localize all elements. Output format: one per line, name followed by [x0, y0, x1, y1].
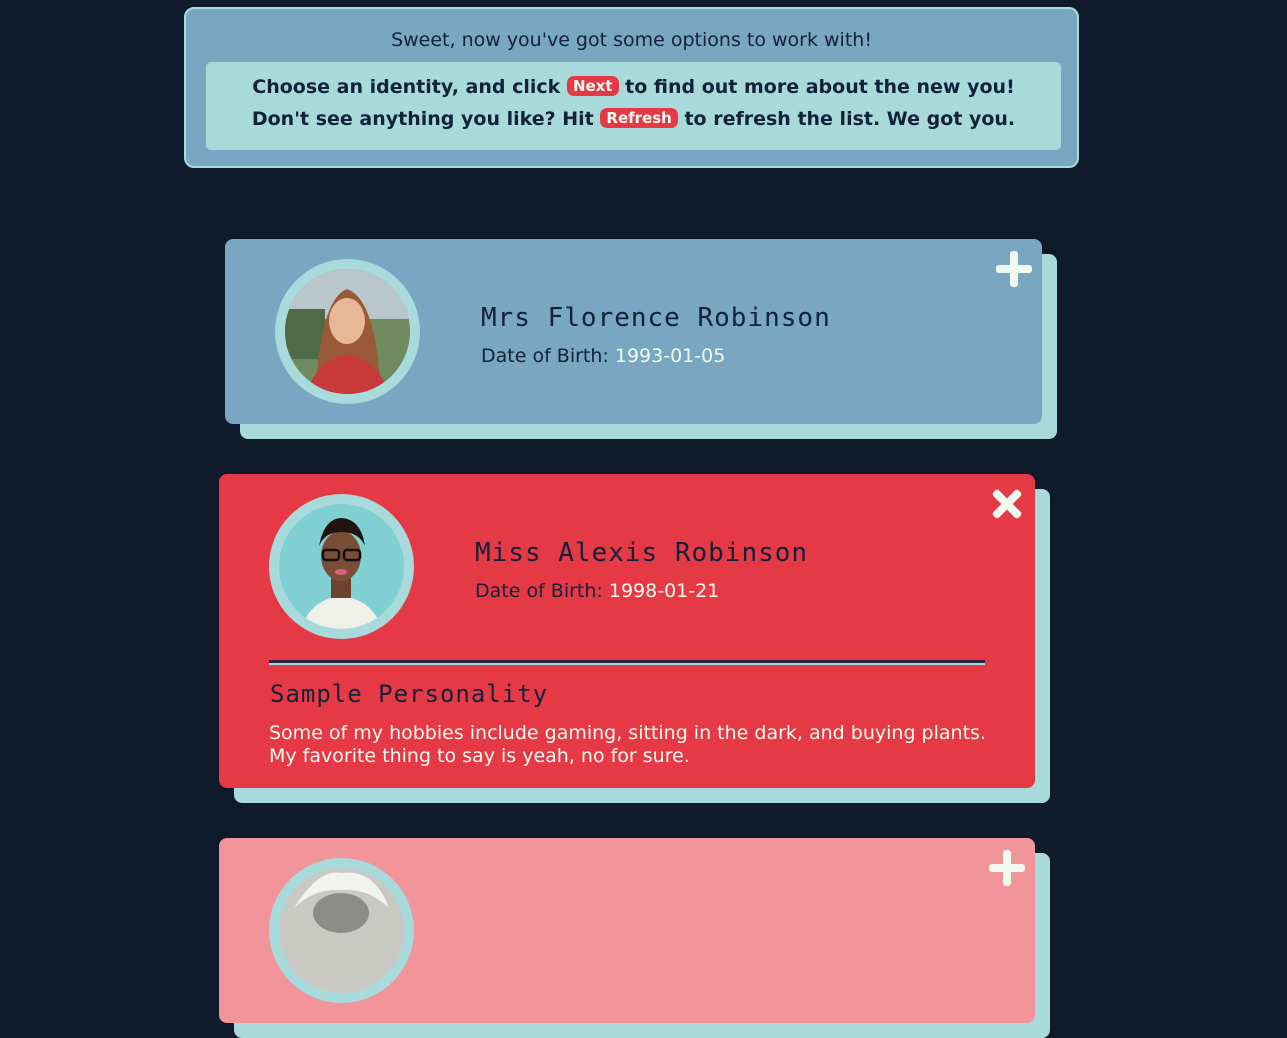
- person-name: Mrs Florence Robinson: [481, 303, 831, 333]
- sample-personality-text: Some of my hobbies include gaming, sitti…: [269, 722, 986, 768]
- instruction-text: Don't see anything you like? Hit: [251, 108, 594, 130]
- refresh-pill: Refresh: [600, 108, 678, 128]
- dob-value: 1993-01-05: [614, 345, 726, 367]
- avatar: [269, 494, 414, 639]
- avatar-photo: [279, 504, 404, 629]
- next-pill: Next: [566, 76, 619, 96]
- sample-line: My favorite thing to say is yeah, no for…: [269, 745, 690, 767]
- person-name: Miss Alexis Robinson: [475, 538, 809, 568]
- date-of-birth: Date of Birth: 1993-01-05: [481, 345, 725, 367]
- plus-icon: [989, 850, 1025, 886]
- instruction-line-next: Choose an identity, and click Next to fi…: [206, 76, 1061, 98]
- instruction-line-refresh: Don't see anything you like? Hit Refresh…: [206, 108, 1061, 130]
- instruction-text: to refresh the list. We got you.: [684, 108, 1016, 130]
- sample-line: Some of my hobbies include gaming, sitti…: [269, 722, 986, 744]
- add-button[interactable]: [987, 848, 1027, 888]
- banner-title: Sweet, now you've got some options to wo…: [391, 29, 872, 51]
- banner-instructions: Choose an identity, and click Next to fi…: [206, 62, 1061, 150]
- close-icon: [992, 489, 1022, 519]
- dob-label: Date of Birth:: [481, 345, 609, 367]
- avatar: [275, 259, 420, 404]
- close-button[interactable]: [987, 484, 1027, 524]
- plus-icon: [996, 251, 1032, 287]
- dob-value: 1998-01-21: [608, 580, 720, 602]
- date-of-birth: Date of Birth: 1998-01-21: [475, 580, 719, 602]
- add-button[interactable]: [994, 249, 1034, 289]
- avatar: [269, 858, 414, 1003]
- instruction-banner: Sweet, now you've got some options to wo…: [184, 7, 1079, 168]
- section-divider: [269, 660, 985, 663]
- instruction-text: Choose an identity, and click: [252, 76, 561, 98]
- sample-personality-heading: Sample Personality: [270, 680, 549, 708]
- dob-label: Date of Birth:: [475, 580, 603, 602]
- instruction-text: to find out more about the new you!: [625, 76, 1015, 98]
- card-body[interactable]: [219, 838, 1035, 1023]
- card-body[interactable]: Mrs Florence Robinson Date of Birth: 199…: [225, 239, 1042, 424]
- avatar-photo: [279, 868, 404, 993]
- card-body[interactable]: Miss Alexis Robinson Date of Birth: 1998…: [219, 474, 1035, 788]
- avatar-photo: [285, 269, 410, 394]
